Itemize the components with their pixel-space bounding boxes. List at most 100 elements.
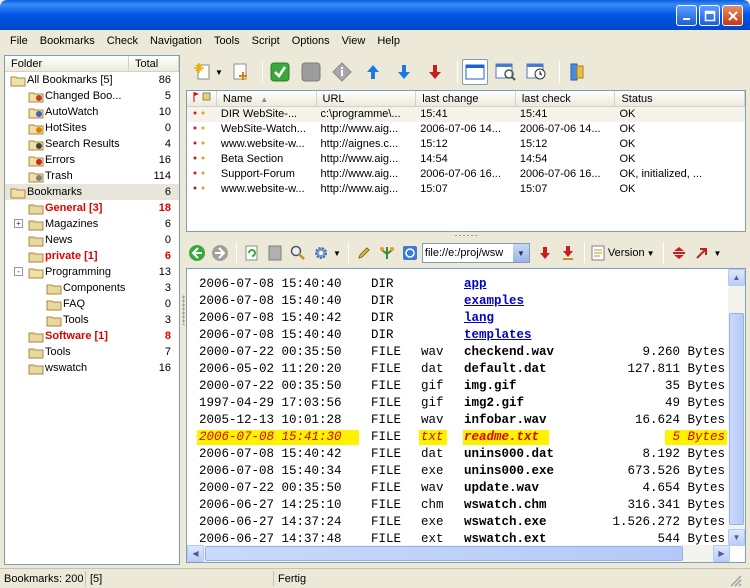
next-changed-button[interactable] [422,59,448,85]
file-row[interactable]: 2006-05-02 11:20:20 FILE dat default.dat 127… [187,361,745,378]
jump-dropdown-arrow-icon[interactable]: ▼ [714,249,722,258]
version-label[interactable]: Version [608,247,645,259]
file-row[interactable]: 2006-06-27 14:25:10 FILE chm wswatch.chm 316… [187,497,745,514]
folder-tree-item[interactable]: HotSites 0 [5,120,179,136]
filter-button[interactable] [376,242,398,264]
directory-row[interactable]: 2006-07-08 15:40:40 DIR app [187,276,745,293]
file-row[interactable]: 2006-07-08 15:41:30 FILE txt readme.txt 5 By… [187,429,745,446]
menu-view[interactable]: View [336,31,372,52]
collapse-button[interactable] [668,242,690,264]
folder-tree-item[interactable]: Search Results 4 [5,136,179,152]
file-row[interactable]: 2000-07-22 00:35:50 FILE gif img.gif 35 Byte… [187,378,745,395]
last-change-button[interactable] [557,242,579,264]
expand-icon[interactable]: + [14,219,23,228]
menu-options[interactable]: Options [286,31,336,52]
horizontal-scroll-thumb[interactable] [205,546,683,561]
settings-button[interactable] [310,242,332,264]
folder-tree-item[interactable]: wswatch 16 [5,360,179,376]
file-row[interactable]: 2000-07-22 00:35:50 FILE wav update.wav 4.65… [187,480,745,497]
bookmark-row[interactable]: Beta Section http://www.aig... 14:54 14:54 O… [187,152,745,167]
menu-file[interactable]: File [4,31,34,52]
folder-tree-item[interactable]: Tools 3 [5,312,179,328]
scroll-left-icon[interactable]: ◀ [187,545,204,562]
version-icon-button[interactable] [589,242,607,264]
resize-grip-icon[interactable] [714,571,744,587]
minimize-button[interactable] [676,5,697,26]
settings-dropdown-arrow-icon[interactable]: ▼ [333,249,341,258]
folder-tree-item[interactable]: Changed Boo... 5 [5,88,179,104]
bookmark-row[interactable]: Support-Forum http://www.aig... 2006-07-06… [187,167,745,182]
close-button[interactable] [722,5,743,26]
maximize-button[interactable] [699,5,720,26]
stop-button[interactable] [298,59,324,85]
new-dropdown-arrow-icon[interactable]: ▼ [215,68,223,77]
back-button[interactable] [186,242,208,264]
scroll-down-icon[interactable]: ▼ [728,529,745,546]
directory-row[interactable]: 2006-07-08 15:40:40 DIR templates [187,327,745,344]
menu-check[interactable]: Check [101,31,144,52]
directory-row[interactable]: 2006-07-08 15:40:40 DIR examples [187,293,745,310]
folder-tree-item[interactable]: News 0 [5,232,179,248]
bookmark-row[interactable]: www.website-w... http://aignes.c... 15:12 1… [187,137,745,152]
directory-link[interactable]: templates [464,327,532,344]
folder-tree-item[interactable]: - Programming 13 [5,264,179,280]
view-source-button[interactable] [264,242,286,264]
sync-button[interactable] [399,242,421,264]
menu-help[interactable]: Help [371,31,406,52]
view-list-button[interactable] [461,59,488,85]
col-status-header[interactable]: Status [615,91,745,106]
jump-button[interactable] [691,242,713,264]
folder-tree-item[interactable]: All Bookmarks [5] 86 [5,72,179,88]
folder-tree-item[interactable]: private [1] 6 [5,248,179,264]
collapse-icon[interactable]: - [14,267,23,276]
add-bookmark-button[interactable] [227,59,253,85]
check-button[interactable] [267,59,293,85]
menu-navigation[interactable]: Navigation [144,31,208,52]
folder-tree-item[interactable]: Tools 7 [5,344,179,360]
folder-tree-item[interactable]: AutoWatch 10 [5,104,179,120]
edit-button[interactable] [353,242,375,264]
col-name-header[interactable]: Name ▲ [217,91,317,106]
directory-link[interactable]: lang [464,310,494,327]
directory-link[interactable]: app [464,276,487,293]
vertical-scrollbar[interactable]: ▲ ▼ [728,269,745,546]
col-url-header[interactable]: URL [317,91,417,106]
bookmark-row[interactable]: DIR WebSite-... c:\programme\... 15:41 15:4… [187,107,745,122]
folder-tree-item[interactable]: General [3] 18 [5,200,179,216]
horizontal-scrollbar[interactable]: ◀ ▶ [187,545,730,562]
folder-tree-item[interactable]: FAQ 0 [5,296,179,312]
refresh-button[interactable] [241,242,263,264]
combo-arrow-icon[interactable]: ▼ [512,244,529,262]
col-total-header[interactable]: Total [129,56,179,71]
file-row[interactable]: 1997-04-29 17:03:56 FILE gif img2.gif 49 Byt… [187,395,745,412]
horizontal-splitter[interactable] [186,233,746,238]
folder-tree-item[interactable]: Software [1] 8 [5,328,179,344]
forward-button[interactable] [209,242,231,264]
menu-script[interactable]: Script [246,31,286,52]
bookmark-row[interactable]: www.website-w... http://www.aig... 15:07 15… [187,182,745,197]
directory-row[interactable]: 2006-07-08 15:40:42 DIR lang [187,310,745,327]
scroll-up-icon[interactable]: ▲ [728,269,745,286]
col-last-change-header[interactable]: last change [416,91,516,106]
search-view-button[interactable] [493,59,519,85]
folder-tree-item[interactable]: Errors 16 [5,152,179,168]
folder-tree-item[interactable]: Trash 114 [5,168,179,184]
file-row[interactable]: 2005-12-13 10:01:28 FILE wav infobar.wav 16.… [187,412,745,429]
bookmark-row[interactable]: WebSite-Watch... http://www.aig... 2006-07… [187,122,745,137]
move-down-button[interactable] [391,59,417,85]
vertical-scroll-thumb[interactable] [729,313,744,525]
scroll-right-icon[interactable]: ▶ [713,545,730,562]
version-dropdown-arrow-icon[interactable]: ▼ [647,249,655,258]
folder-tree-item[interactable]: Components 3 [5,280,179,296]
flag-column-header[interactable] [187,91,217,106]
panel-toggle-button[interactable] [564,59,590,85]
directory-link[interactable]: examples [464,293,524,310]
menu-bookmarks[interactable]: Bookmarks [34,31,101,52]
col-folder-header[interactable]: Folder [5,56,129,71]
move-up-button[interactable] [360,59,386,85]
next-change-button[interactable] [534,242,556,264]
file-row[interactable]: 2006-07-08 15:40:42 FILE dat unins000.dat 8.… [187,446,745,463]
folder-tree-item[interactable]: Bookmarks 6 [5,184,179,200]
col-last-check-header[interactable]: last check [516,91,616,106]
file-row[interactable]: 2006-06-27 14:37:24 FILE exe wswatch.exe 1.5… [187,514,745,531]
